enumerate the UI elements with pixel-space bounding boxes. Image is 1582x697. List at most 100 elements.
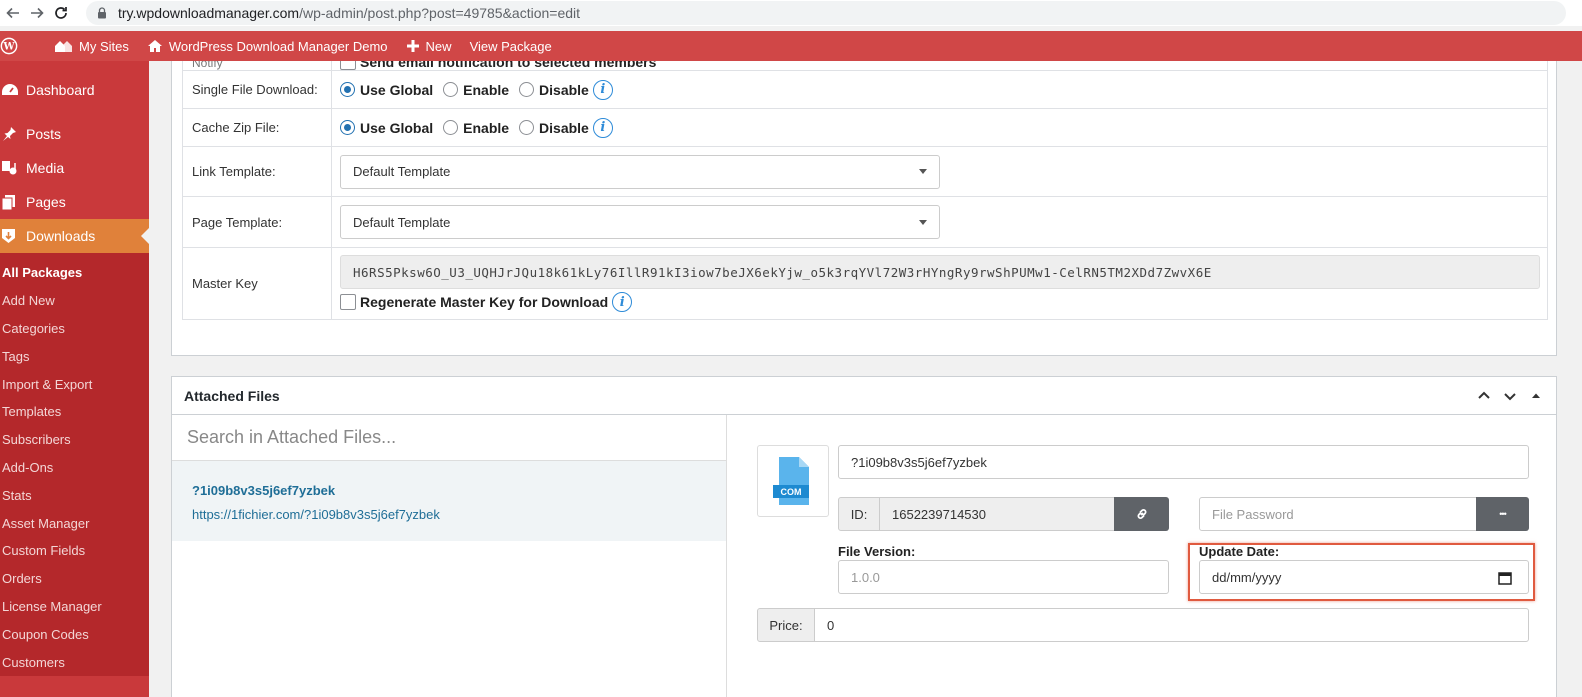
sidebar-item-label: Media: [26, 160, 65, 176]
regenerate-master-key-label: Regenerate Master Key for Download: [360, 294, 609, 310]
sidebar-item-label: Pages: [26, 194, 66, 210]
view-package-link[interactable]: View Package: [470, 31, 552, 61]
file-version-label: File Version:: [838, 544, 916, 559]
main-content: Notify Send email notification to select…: [149, 61, 1582, 697]
sidebar-item-downloads[interactable]: Downloads: [0, 219, 149, 253]
site-name-menu[interactable]: WordPress Download Manager Demo: [147, 31, 388, 61]
file-url-link[interactable]: https://1fichier.com/?1i09b8v3s5j6ef7yzb…: [192, 507, 726, 522]
info-icon[interactable]: i: [592, 117, 613, 138]
cache-zip-disable-radio[interactable]: [519, 120, 535, 135]
page-template-row: Page Template: Default Template: [182, 196, 1548, 248]
wordpress-logo-icon[interactable]: W: [0, 31, 24, 61]
copy-link-button[interactable]: [1114, 497, 1169, 531]
file-type-label: COM: [781, 487, 802, 497]
submenu-tags[interactable]: Tags: [0, 342, 149, 370]
regenerate-master-key-checkbox[interactable]: [340, 294, 356, 310]
notify-label: Notify: [182, 61, 332, 71]
single-file-disable-radio[interactable]: [519, 82, 535, 97]
radio-label-enable: Enable: [463, 119, 510, 136]
downloads-submenu: All Packages Add New Categories Tags Imp…: [0, 253, 149, 676]
radio-label-use-global: Use Global: [360, 119, 434, 136]
single-file-download-label: Single File Download:: [182, 70, 332, 109]
sidebar-item-media[interactable]: Media: [0, 151, 149, 185]
chevron-up-icon[interactable]: [1476, 388, 1492, 404]
my-sites-menu[interactable]: My Sites: [54, 31, 129, 61]
attached-files-title: Attached Files: [184, 387, 280, 404]
my-sites-icon: [55, 41, 72, 52]
submenu-asset-manager[interactable]: Asset Manager: [0, 509, 149, 537]
submenu-templates[interactable]: Templates: [0, 398, 149, 426]
submenu-add-new[interactable]: Add New: [0, 287, 149, 315]
submenu-add-ons[interactable]: Add-Ons: [0, 454, 149, 482]
master-key-field[interactable]: H6RS5Pksw6O_U3_UQHJrJQu18k61kLy76IllR91k…: [340, 255, 1540, 289]
file-version-input[interactable]: 1.0.0: [838, 560, 1169, 594]
my-sites-label: My Sites: [79, 38, 129, 54]
file-name-link[interactable]: ?1i09b8v3s5j6ef7yzbek: [192, 483, 726, 498]
single-file-use-global-radio[interactable]: [340, 82, 355, 97]
dashboard-icon: [0, 82, 26, 98]
page-template-select[interactable]: Default Template: [340, 205, 940, 239]
submenu-subscribers[interactable]: Subscribers: [0, 426, 149, 454]
submenu-categories[interactable]: Categories: [0, 315, 149, 343]
collapse-triangle-icon[interactable]: [1528, 388, 1544, 404]
back-icon[interactable]: [2, 2, 24, 24]
new-content-menu[interactable]: New: [406, 31, 452, 61]
package-settings-panel: Notify Send email notification to select…: [171, 61, 1557, 356]
panel-controls: [1476, 388, 1544, 404]
forward-icon[interactable]: [26, 2, 48, 24]
attached-files-header: Attached Files: [172, 377, 1556, 415]
reload-icon[interactable]: [50, 2, 72, 24]
download-icon: [0, 228, 26, 244]
price-label: Price:: [757, 608, 815, 642]
cache-zip-use-global-radio[interactable]: [340, 120, 355, 135]
link-template-select[interactable]: Default Template: [340, 154, 940, 189]
generate-password-button[interactable]: •••: [1476, 497, 1529, 531]
admin-sidebar: Dashboard Posts Media Pages Downloads Al…: [0, 61, 149, 697]
master-key-row: Master Key H6RS5Pksw6O_U3_UQHJrJQu18k61k…: [182, 247, 1548, 320]
chevron-down-icon[interactable]: [1502, 388, 1518, 404]
site-name-label: WordPress Download Manager Demo: [168, 38, 388, 54]
price-input[interactable]: 0: [814, 608, 1529, 642]
list-item[interactable]: ?1i09b8v3s5j6ef7yzbek https://1fichier.c…: [172, 461, 726, 541]
radio-label-disable: Disable: [539, 119, 589, 136]
file-password-input[interactable]: File Password: [1199, 497, 1477, 531]
sidebar-item-dashboard[interactable]: Dashboard: [0, 73, 149, 107]
cache-zip-label: Cache Zip File:: [182, 108, 332, 147]
file-id-field[interactable]: 1652239714530: [879, 497, 1115, 531]
url-host: try.wpdownloadmanager.com: [118, 5, 300, 21]
submenu-orders[interactable]: Orders: [0, 565, 149, 593]
sidebar-item-posts[interactable]: Posts: [0, 117, 149, 151]
attached-files-list: Search in Attached Files... ?1i09b8v3s5j…: [172, 415, 727, 697]
sidebar-item-pages[interactable]: Pages: [0, 185, 149, 219]
submenu-all-packages[interactable]: All Packages: [0, 259, 149, 287]
search-attached-files-input[interactable]: Search in Attached Files...: [172, 415, 726, 461]
submenu-stats[interactable]: Stats: [0, 481, 149, 509]
submenu-custom-fields[interactable]: Custom Fields: [0, 537, 149, 565]
submenu-customers[interactable]: Customers: [0, 648, 149, 676]
radio-label-use-global: Use Global: [360, 81, 434, 98]
submenu-license-manager[interactable]: License Manager: [0, 593, 149, 621]
view-package-label: View Package: [469, 38, 552, 54]
pages-icon: [0, 194, 26, 210]
radio-label-enable: Enable: [463, 81, 510, 98]
link-template-value: Default Template: [353, 164, 451, 179]
single-file-enable-radio[interactable]: [443, 82, 459, 97]
address-bar[interactable]: try.wpdownloadmanager.com/wp-admin/post.…: [86, 1, 1566, 25]
file-title-input[interactable]: ?1i09b8v3s5j6ef7yzbek: [838, 445, 1529, 479]
link-template-label: Link Template:: [182, 146, 332, 197]
info-icon[interactable]: i: [592, 79, 613, 100]
plus-icon: [406, 40, 419, 52]
browser-toolbar: try.wpdownloadmanager.com/wp-admin/post.…: [0, 0, 1582, 26]
notify-checkbox[interactable]: [340, 61, 356, 70]
page-template-value: Default Template: [353, 214, 451, 230]
password-field-highlight: [1188, 543, 1535, 601]
home-icon: [147, 40, 162, 52]
submenu-import-export[interactable]: Import & Export: [0, 370, 149, 398]
id-label: ID:: [838, 497, 880, 531]
cache-zip-enable-radio[interactable]: [443, 120, 459, 135]
new-label: New: [425, 38, 452, 54]
info-icon[interactable]: i: [612, 292, 633, 312]
notify-row: Notify Send email notification to select…: [182, 61, 1548, 71]
sidebar-item-label: Posts: [26, 126, 62, 142]
submenu-coupon-codes[interactable]: Coupon Codes: [0, 620, 149, 648]
